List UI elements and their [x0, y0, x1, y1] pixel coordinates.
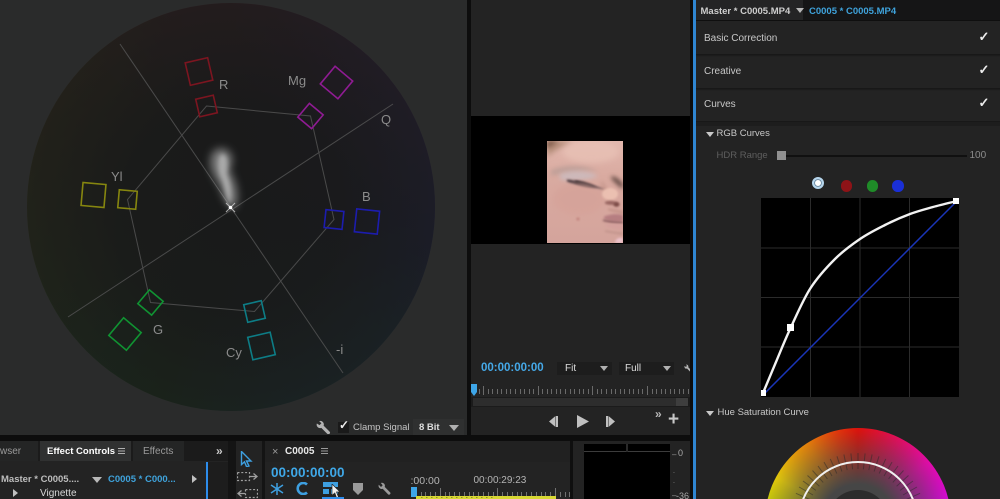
- svg-text:Mg: Mg: [288, 73, 306, 88]
- svg-text:Q: Q: [381, 112, 391, 127]
- svg-text:B: B: [362, 189, 371, 204]
- svg-text:Yl: Yl: [111, 169, 123, 184]
- svg-text:-i: -i: [336, 342, 343, 357]
- svg-text:G: G: [153, 322, 163, 337]
- svg-text:R: R: [219, 77, 228, 92]
- svg-text:Cy: Cy: [226, 345, 242, 360]
